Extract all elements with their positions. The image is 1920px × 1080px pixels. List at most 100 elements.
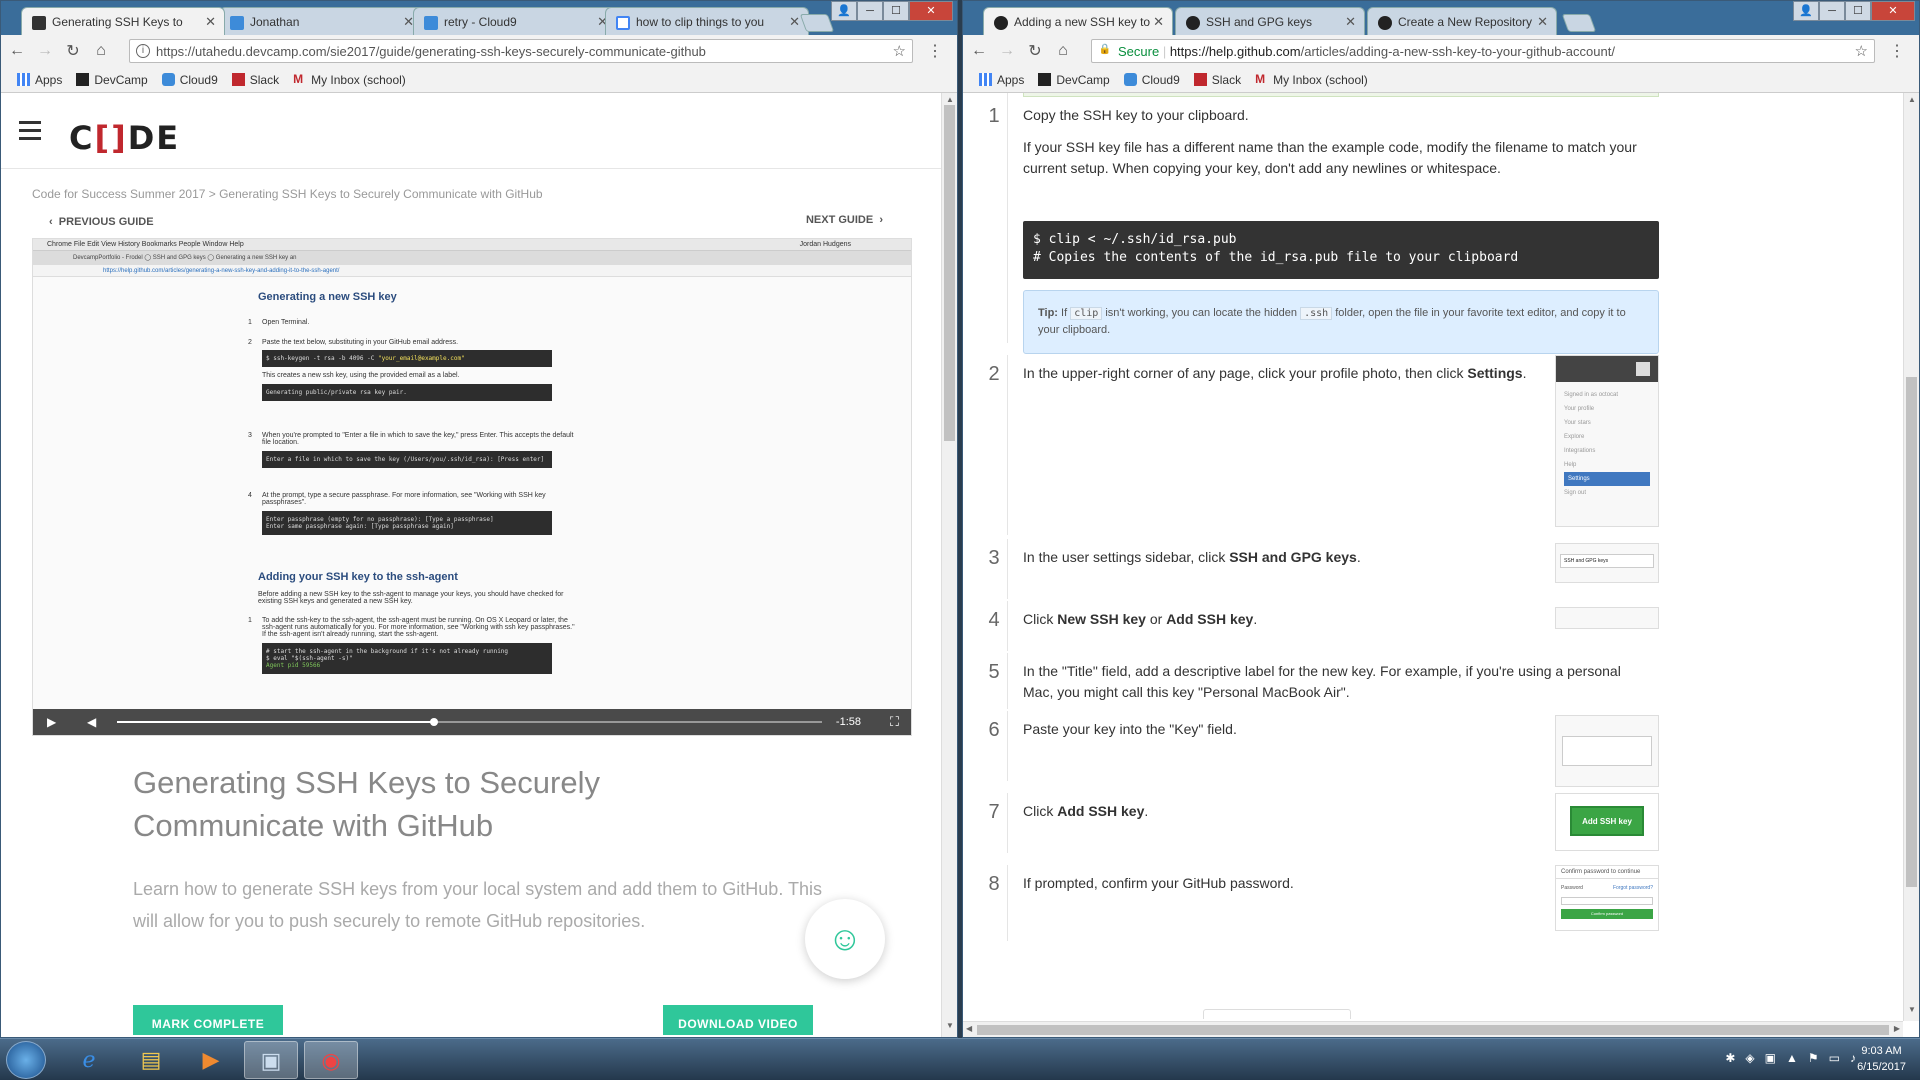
ssh-sidebar-screenshot: SSH and GPG keys <box>1555 543 1659 583</box>
file-explorer-icon[interactable]: ▤ <box>124 1041 178 1079</box>
volume-tray-icon[interactable]: ♪ <box>1850 1051 1856 1065</box>
close-window-button[interactable]: ✕ <box>1871 1 1915 21</box>
new-tab-button[interactable] <box>1561 14 1597 32</box>
scroll-down-icon[interactable]: ▼ <box>942 1021 957 1035</box>
video-step-4: 4 At the prompt, type a secure passphrase… <box>248 492 578 535</box>
video-player[interactable]: Chrome File Edit View History Bookmarks … <box>32 238 912 736</box>
thumb-header <box>1556 356 1658 382</box>
chrome-taskbar-icon[interactable]: ◉ <box>304 1041 358 1079</box>
system-clock[interactable]: 9:03 AM 6/15/2017 <box>1857 1043 1906 1075</box>
back-icon[interactable]: ← <box>967 42 991 60</box>
start-button[interactable] <box>6 1041 46 1079</box>
remote-desktop-icon[interactable]: ▣ <box>244 1041 298 1079</box>
maximize-button[interactable]: ☐ <box>1845 1 1871 21</box>
back-icon[interactable]: ← <box>5 42 29 60</box>
mark-complete-button[interactable]: MARK COMPLETE <box>133 1005 283 1035</box>
scrollbar-thumb[interactable] <box>1906 377 1917 887</box>
hamburger-menu-icon[interactable] <box>19 121 41 145</box>
code-logo[interactable]: C[]DE <box>69 119 180 157</box>
app-tray-icon[interactable]: ✱ <box>1725 1051 1735 1065</box>
bookmark-cloud9[interactable]: Cloud9 <box>1123 73 1180 87</box>
scroll-left-icon[interactable]: ◀ <box>966 1024 972 1033</box>
video-progress-bar[interactable] <box>117 718 822 726</box>
chrome-menu-icon[interactable]: ⋮ <box>927 41 943 61</box>
bookmark-inbox[interactable]: M My Inbox (school) <box>1255 73 1368 87</box>
internet-explorer-icon[interactable]: ℯ <box>62 1041 116 1079</box>
bookmark-slack[interactable]: Slack <box>231 73 279 87</box>
horizontal-scrollbar[interactable]: ◀ ▶ <box>963 1021 1903 1037</box>
info-icon[interactable]: i <box>136 44 150 58</box>
video-step-1: 1 Open Terminal. <box>248 319 310 326</box>
bookmark-slack[interactable]: Slack <box>1193 73 1241 87</box>
download-video-button[interactable]: DOWNLOAD VIDEO <box>663 1005 813 1035</box>
bookmark-star-icon[interactable]: ☆ <box>893 42 906 60</box>
step-divider <box>1007 711 1008 781</box>
scrollbar-thumb[interactable] <box>944 105 955 441</box>
vertical-scrollbar[interactable]: ▲ ▼ <box>1903 93 1919 1021</box>
media-player-icon[interactable]: ▶ <box>184 1041 238 1079</box>
video-scrubber-handle[interactable] <box>430 718 439 726</box>
close-tab-icon[interactable]: ✕ <box>1537 14 1548 30</box>
tab-create-repository[interactable]: Create a New Repository ✕ <box>1367 7 1557 35</box>
video-step-3: 3 When you're prompted to "Enter a file i… <box>248 432 578 468</box>
bookmark-cloud9[interactable]: Cloud9 <box>161 73 218 87</box>
step-1-detail: If your SSH key file has a different nam… <box>1023 139 1637 176</box>
minimize-button[interactable]: ─ <box>1819 1 1845 21</box>
breadcrumb[interactable]: Code for Success Summer 2017 > Generatin… <box>32 187 543 201</box>
forward-icon[interactable]: → <box>33 42 57 60</box>
address-bar[interactable]: 🔒 Secure | https://help.github.com/articl… <box>1091 39 1875 63</box>
tab-adding-ssh-key[interactable]: Adding a new SSH key to ✕ <box>983 7 1173 35</box>
close-tab-icon[interactable]: ✕ <box>1153 14 1164 30</box>
next-guide-link[interactable]: NEXT GUIDE › <box>806 214 883 226</box>
home-icon[interactable]: ⌂ <box>1051 42 1075 60</box>
minimize-button[interactable]: ─ <box>857 1 883 21</box>
system-tray: ✱ ◈ ▣ ▲ ⚑ ▭ ♪ <box>1725 1051 1856 1065</box>
tab-jonathan[interactable]: Jonathan ✕ <box>219 7 423 35</box>
scroll-up-icon[interactable]: ▲ <box>1904 95 1919 109</box>
maximize-button[interactable]: ☐ <box>883 1 909 21</box>
close-tab-icon[interactable]: ✕ <box>205 14 216 30</box>
user-icon[interactable]: 👤 <box>1793 1 1819 21</box>
horizontal-scrollbar-thumb[interactable] <box>977 1025 1889 1035</box>
home-icon[interactable]: ⌂ <box>89 42 113 60</box>
bookmark-devcamp[interactable]: DevCamp <box>76 73 148 87</box>
new-tab-button[interactable] <box>799 14 835 32</box>
thumb-profile-menu: Signed in as octocat Your profile Your s… <box>1556 382 1658 506</box>
vertical-scrollbar[interactable]: ▲ ▼ <box>941 93 957 1037</box>
devcamp-favicon-icon <box>32 16 46 30</box>
tab-ssh-gpg-keys[interactable]: SSH and GPG keys ✕ <box>1175 7 1365 35</box>
bookmark-inbox[interactable]: M My Inbox (school) <box>293 73 406 87</box>
reload-icon[interactable]: ↻ <box>61 41 85 61</box>
tab-google-search[interactable]: how to clip things to you ✕ <box>605 7 809 35</box>
bookmark-apps[interactable]: Apps <box>17 73 62 87</box>
bookmark-star-icon[interactable]: ☆ <box>1855 42 1868 60</box>
network-icon[interactable]: ▭ <box>1829 1051 1840 1065</box>
close-window-button[interactable]: ✕ <box>909 1 953 21</box>
scroll-down-icon[interactable]: ▼ <box>1904 1005 1919 1019</box>
fullscreen-icon[interactable]: ⛶ <box>890 714 899 730</box>
chrome-menu-icon[interactable]: ⋮ <box>1889 41 1905 61</box>
slack-icon <box>1193 73 1207 86</box>
flag-icon[interactable]: ⚑ <box>1808 1051 1819 1065</box>
video-browser-url: https://help.github.com/articles/generat… <box>33 265 911 277</box>
reload-icon[interactable]: ↻ <box>1023 41 1047 61</box>
bookmark-apps[interactable]: Apps <box>979 73 1024 87</box>
scroll-right-icon[interactable]: ▶ <box>1894 1024 1900 1033</box>
tab-cloud9[interactable]: retry - Cloud9 ✕ <box>413 7 617 35</box>
close-tab-icon[interactable]: ✕ <box>789 14 800 30</box>
play-icon[interactable]: ▶ <box>47 715 56 729</box>
update-tray-icon[interactable]: ▣ <box>1765 1051 1776 1065</box>
video-heading-2: Adding your SSH key to the ssh-agent <box>258 571 458 583</box>
previous-guide-link[interactable]: ‹ PREVIOUS GUIDE <box>49 216 154 228</box>
user-icon[interactable]: 👤 <box>831 1 857 21</box>
volume-icon[interactable]: ◀ <box>87 715 96 729</box>
forward-icon[interactable]: → <box>995 42 1019 60</box>
show-hidden-icons-icon[interactable]: ▲ <box>1786 1051 1798 1065</box>
security-tray-icon[interactable]: ◈ <box>1745 1051 1754 1065</box>
mascot-avatar-icon[interactable]: ☺ <box>805 899 885 979</box>
close-tab-icon[interactable]: ✕ <box>1345 14 1356 30</box>
address-bar[interactable]: i https://utahedu.devcamp.com/sie2017/gui… <box>129 39 913 63</box>
tab-devcamp-guide[interactable]: Generating SSH Keys to ✕ <box>21 7 225 35</box>
bookmark-devcamp[interactable]: DevCamp <box>1038 73 1110 87</box>
cloud9-icon <box>161 73 175 86</box>
